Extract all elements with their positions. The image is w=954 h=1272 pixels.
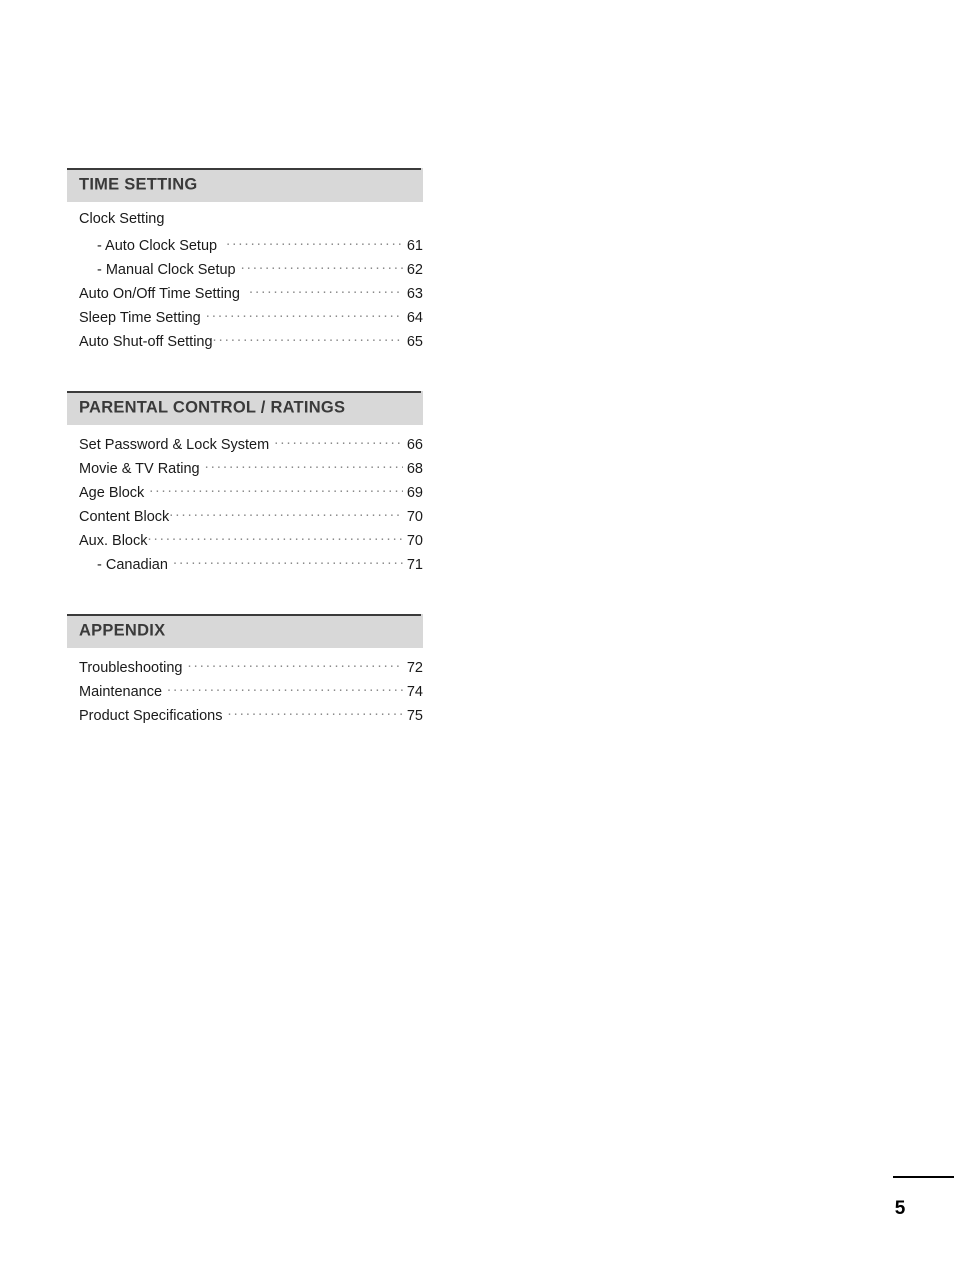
toc-entry-page-number: 69	[406, 484, 423, 501]
toc-entry-dot-leader	[206, 307, 403, 322]
toc-entry-label: - Auto Clock Setup	[97, 237, 218, 254]
toc-entry-page-number: 75	[406, 707, 423, 724]
toc-section-header: TIME SETTING	[67, 168, 423, 202]
toc-entry-list: Set Password & Lock System 66 Movie & TV R…	[67, 425, 423, 578]
toc-entry[interactable]: Auto On/Off Time Setting 63	[67, 283, 423, 307]
toc-entry-page-number: 72	[406, 659, 423, 676]
toc-entry-label: Movie & TV Rating	[79, 460, 200, 477]
toc-section: PARENTAL CONTROL / RATINGS Set Password &…	[67, 391, 423, 578]
toc-entry-dot-leader	[149, 482, 403, 497]
toc-entry-page-number: 66	[406, 436, 423, 453]
toc-entry[interactable]: - Auto Clock Setup 61	[67, 235, 423, 259]
toc-entry-list: Clock Setting - Auto Clock Setup 61 - Manua…	[67, 202, 423, 355]
toc-entry-dot-leader	[249, 283, 403, 298]
toc-entry-dot-leader	[241, 259, 403, 274]
toc-entry-label: - Manual Clock Setup	[97, 261, 236, 278]
toc-entry-dot-leader	[213, 331, 403, 346]
table-of-contents: TIME SETTING Clock Setting - Auto Clock Se…	[67, 168, 423, 729]
toc-entry[interactable]: Product Specifications 75	[67, 705, 423, 729]
toc-entry[interactable]: - Canadian 71	[67, 554, 423, 578]
toc-entry-label: - Canadian	[97, 556, 168, 573]
toc-entry[interactable]: Age Block 69	[67, 482, 423, 506]
toc-entry[interactable]: Set Password & Lock System 66	[67, 434, 423, 458]
toc-entry-dot-leader	[205, 458, 403, 473]
toc-entry-label: Content Block	[79, 508, 170, 525]
toc-entry-label: Age Block	[79, 484, 145, 501]
toc-entry-page-number: 61	[406, 237, 423, 254]
toc-entry[interactable]: Content Block 70	[67, 506, 423, 530]
toc-entry[interactable]: Auto Shut-off Setting 65	[67, 331, 423, 355]
toc-entry[interactable]: Troubleshooting 72	[67, 657, 423, 681]
toc-entry-dot-leader	[274, 434, 403, 449]
toc-entry[interactable]: Clock Setting	[67, 211, 423, 235]
document-page: TIME SETTING Clock Setting - Auto Clock Se…	[0, 0, 954, 1272]
toc-entry-page-number: 70	[406, 532, 423, 549]
toc-section-header: APPENDIX	[67, 614, 423, 648]
toc-section: TIME SETTING Clock Setting - Auto Clock Se…	[67, 168, 423, 355]
toc-entry-dot-leader	[148, 530, 404, 545]
toc-entry[interactable]: - Manual Clock Setup 62	[67, 259, 423, 283]
toc-entry-dot-leader	[173, 554, 403, 569]
toc-entry[interactable]: Maintenance 74	[67, 681, 423, 705]
toc-entry-label: Auto On/Off Time Setting	[79, 285, 240, 302]
toc-entry-label: Auto Shut-off Setting	[79, 333, 213, 350]
toc-section-header: PARENTAL CONTROL / RATINGS	[67, 391, 423, 425]
toc-entry-label: Set Password & Lock System	[79, 436, 270, 453]
toc-entry[interactable]: Sleep Time Setting 64	[67, 307, 423, 331]
toc-entry-page-number: 65	[406, 333, 423, 350]
toc-entry-dot-leader	[167, 681, 403, 696]
toc-entry-label: Troubleshooting	[79, 659, 183, 676]
toc-section-title: TIME SETTING	[79, 175, 198, 194]
toc-entry-page-number: 64	[406, 309, 423, 326]
page-number: 5	[894, 1198, 906, 1219]
toc-section-title: PARENTAL CONTROL / RATINGS	[79, 398, 346, 417]
toc-entry-page-number: 63	[406, 285, 423, 302]
toc-entry-page-number: 70	[406, 508, 423, 525]
toc-entry-label: Aux. Block	[79, 532, 148, 549]
toc-entry-label: Sleep Time Setting	[79, 309, 201, 326]
toc-entry-page-number: 68	[406, 460, 423, 477]
toc-entry[interactable]: Movie & TV Rating 68	[67, 458, 423, 482]
footer-rule	[893, 1176, 954, 1178]
toc-entry-page-number: 74	[406, 683, 423, 700]
toc-section-title: APPENDIX	[79, 621, 166, 640]
toc-entry-label: Product Specifications	[79, 707, 223, 724]
toc-entry[interactable]: Aux. Block 70	[67, 530, 423, 554]
toc-entry-dot-leader	[227, 705, 403, 720]
toc-section: APPENDIX Troubleshooting 72 Maintenance 74 Pr…	[67, 614, 423, 729]
toc-entry-list: Troubleshooting 72 Maintenance 74 Product Sp…	[67, 648, 423, 729]
toc-entry-page-number: 71	[406, 556, 423, 573]
toc-entry-label: Clock Setting	[79, 211, 165, 227]
toc-entry-dot-leader	[226, 235, 403, 250]
toc-entry-page-number: 62	[406, 261, 423, 278]
toc-entry-label: Maintenance	[79, 683, 163, 700]
toc-entry-dot-leader	[187, 657, 403, 672]
toc-entry-dot-leader	[169, 506, 403, 521]
